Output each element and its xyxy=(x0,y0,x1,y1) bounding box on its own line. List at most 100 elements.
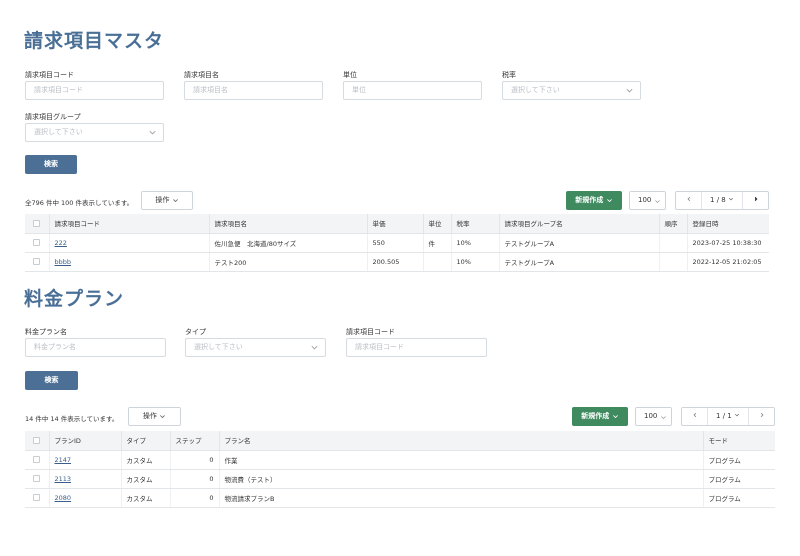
row-select-cell xyxy=(25,450,50,470)
chevron-down-icon xyxy=(311,345,318,350)
unit-cell xyxy=(423,252,452,272)
id-cell: 2113 xyxy=(49,469,122,489)
column-header[interactable]: 税率 xyxy=(451,214,500,234)
row-checkbox[interactable] xyxy=(33,258,41,265)
operation-button[interactable]: 操作 xyxy=(141,191,193,210)
code-cell: 222 xyxy=(49,233,210,253)
plan-name-cell: 物流費（テスト） xyxy=(219,469,704,489)
id-cell: 2147 xyxy=(49,450,122,470)
pagination: 1 / 8 xyxy=(675,191,769,210)
order-cell xyxy=(659,233,688,253)
fee-plans-table: プランID タイプ ステップ プラン名 モード 2147 カスタム 0 作業 プ… xyxy=(25,431,775,508)
plan-search-button[interactable]: 検索 xyxy=(25,371,78,390)
date-cell: 2022-12-05 21:02:05 xyxy=(687,252,769,272)
column-header[interactable]: 登録日時 xyxy=(687,214,769,234)
chevron-down-icon xyxy=(612,414,618,418)
name-input[interactable]: 請求項目名 xyxy=(184,81,323,100)
chevron-right-icon xyxy=(754,196,757,202)
column-header[interactable]: ステップ xyxy=(170,431,220,451)
chevron-down-icon xyxy=(606,198,612,202)
plan-page-size-select[interactable]: 100 xyxy=(635,407,672,426)
code-input[interactable]: 請求項目コード xyxy=(25,81,164,100)
row-select-cell xyxy=(25,469,50,489)
column-header[interactable]: プランID xyxy=(49,431,122,451)
select-all-cell xyxy=(25,431,50,451)
group-cell: テストグループA xyxy=(499,252,660,272)
price-cell: 200.505 xyxy=(367,252,424,272)
new-label: 新規作成 xyxy=(575,196,604,204)
page-size-select[interactable]: 100 xyxy=(629,191,666,210)
name-cell: テスト200 xyxy=(209,252,368,272)
item-code-label: 請求項目コード xyxy=(346,328,395,336)
chevron-right-icon xyxy=(760,412,763,418)
plan-id-link[interactable]: 2080 xyxy=(55,494,72,502)
type-select[interactable]: 選択して下さい xyxy=(185,338,326,357)
plan-prev-page-button[interactable] xyxy=(682,408,707,425)
column-header[interactable]: 単価 xyxy=(367,214,424,234)
column-header[interactable]: 単位 xyxy=(423,214,452,234)
column-header[interactable]: プラン名 xyxy=(219,431,704,451)
step-cell: 0 xyxy=(170,450,220,470)
plan-operation-button[interactable]: 操作 xyxy=(128,407,181,426)
select-all-checkbox[interactable] xyxy=(33,436,41,444)
table-header-row: プランID タイプ ステップ プラン名 モード xyxy=(25,431,775,451)
row-checkbox[interactable] xyxy=(33,239,41,246)
code-link[interactable]: 222 xyxy=(55,239,67,247)
code-link[interactable]: bbbb xyxy=(55,258,72,266)
chevron-down-icon xyxy=(160,414,165,418)
search-button[interactable]: 検索 xyxy=(25,155,77,174)
column-header[interactable]: 請求項目名 xyxy=(209,214,368,234)
plan-page-select[interactable]: 1 / 1 xyxy=(707,408,749,425)
tax-cell: 10% xyxy=(451,233,500,253)
tax-select[interactable]: 選択して下さい xyxy=(502,81,641,100)
billing-items-table: 請求項目コード 請求項目名 単価 単位 税率 請求項目グループ名 順序 登録日時… xyxy=(25,214,769,272)
plan-result-count: 14 件中 14 件表示しています。 xyxy=(25,415,119,423)
row-checkbox[interactable] xyxy=(33,494,41,501)
plan-new-label: 新規作成 xyxy=(581,412,610,420)
chevron-down-icon xyxy=(655,200,660,204)
group-cell: テストグループA xyxy=(499,233,660,253)
column-header[interactable]: モード xyxy=(703,431,775,451)
page-indicator: 1 / 8 xyxy=(710,196,726,204)
name-cell: 佐川急便 北海道/80サイズ xyxy=(209,233,368,253)
page-select[interactable]: 1 / 8 xyxy=(701,192,743,209)
column-header[interactable]: 順序 xyxy=(659,214,688,234)
unit-input[interactable]: 単位 xyxy=(343,81,482,100)
unit-cell: 件 xyxy=(423,233,452,253)
chevron-down-icon xyxy=(734,413,740,417)
select-all-cell xyxy=(25,214,50,234)
table-header-row: 請求項目コード 請求項目名 単価 単位 税率 請求項目グループ名 順序 登録日時 xyxy=(25,214,769,234)
column-header[interactable]: 請求項目コード xyxy=(49,214,210,234)
tax-cell: 10% xyxy=(451,252,500,272)
code-label: 請求項目コード xyxy=(25,71,74,79)
type-cell: カスタム xyxy=(121,469,171,489)
column-header[interactable]: タイプ xyxy=(121,431,171,451)
type-cell: カスタム xyxy=(121,450,171,470)
select-all-checkbox[interactable] xyxy=(33,219,41,227)
group-select[interactable]: 選択して下さい xyxy=(25,123,164,142)
step-cell: 0 xyxy=(170,488,220,508)
prev-page-button[interactable] xyxy=(676,192,701,209)
plan-next-page-button[interactable] xyxy=(749,408,774,425)
price-cell: 550 xyxy=(367,233,424,253)
new-button[interactable]: 新規作成 xyxy=(566,191,622,210)
type-cell: カスタム xyxy=(121,488,171,508)
row-checkbox[interactable] xyxy=(33,475,41,482)
mode-cell: プログラム xyxy=(703,469,775,489)
column-header[interactable]: 請求項目グループ名 xyxy=(499,214,660,234)
plan-new-button[interactable]: 新規作成 xyxy=(572,407,628,426)
plan-id-link[interactable]: 2113 xyxy=(55,475,72,483)
plan-id-link[interactable]: 2147 xyxy=(55,456,72,464)
date-cell: 2023-07-25 10:38:30 xyxy=(687,233,769,253)
plan-name-cell: 物流請求プランB xyxy=(219,488,704,508)
plan-operation-label: 操作 xyxy=(142,412,157,420)
table-row: 2080 カスタム 0 物流請求プランB プログラム xyxy=(25,488,775,508)
next-page-button[interactable] xyxy=(743,192,768,209)
row-checkbox[interactable] xyxy=(33,456,41,463)
tax-label: 税率 xyxy=(502,71,516,79)
row-select-cell xyxy=(25,252,50,272)
group-select-value: 選択して下さい xyxy=(34,128,83,136)
plan-name-input[interactable]: 料金プラン名 xyxy=(25,338,166,357)
order-cell xyxy=(659,252,688,272)
item-code-input[interactable]: 請求項目コード xyxy=(346,338,487,357)
